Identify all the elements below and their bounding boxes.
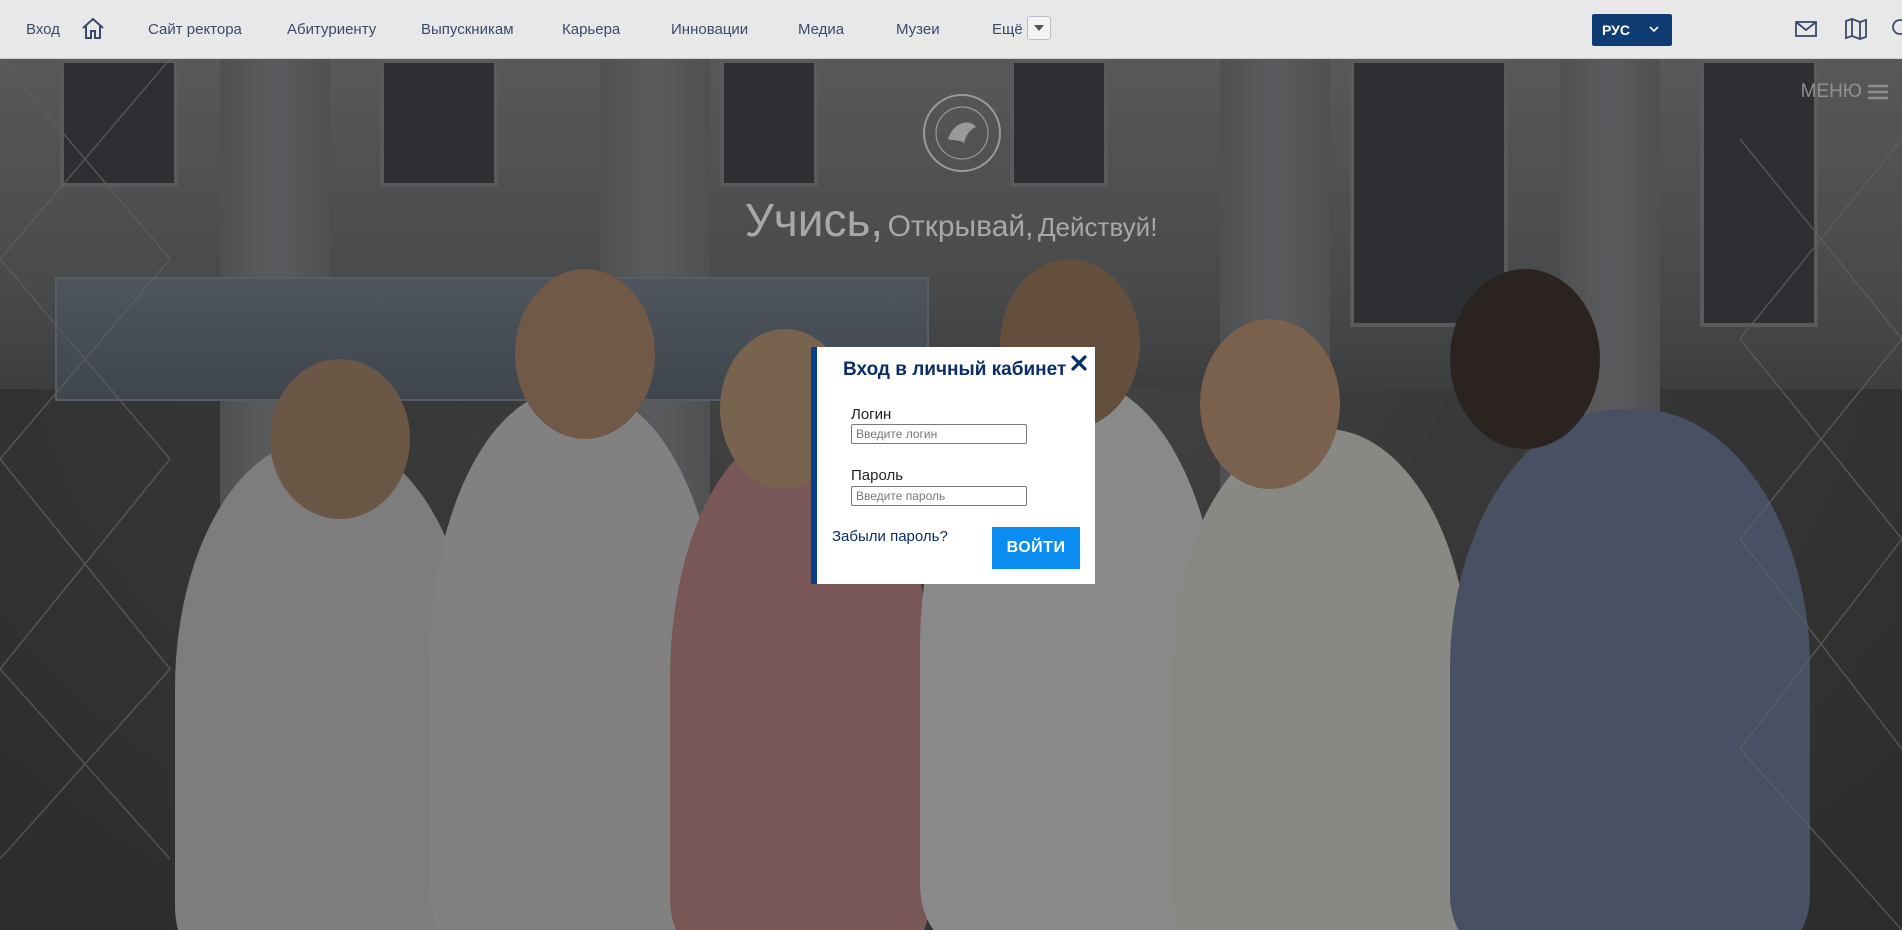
login-label: Логин bbox=[851, 406, 892, 423]
nav-applicants[interactable]: Абитуриенту bbox=[287, 0, 376, 58]
chevron-down-icon bbox=[1649, 26, 1659, 33]
nav-graduates[interactable]: Выпускникам bbox=[421, 0, 514, 58]
map-icon[interactable] bbox=[1844, 17, 1868, 41]
search-icon[interactable] bbox=[1890, 17, 1902, 41]
menu-label: МЕНЮ bbox=[1800, 81, 1862, 102]
home-icon[interactable] bbox=[80, 16, 106, 40]
more-dropdown-button[interactable] bbox=[1027, 16, 1051, 40]
nav-career[interactable]: Карьера bbox=[562, 0, 620, 58]
language-select[interactable]: РУС bbox=[1592, 14, 1672, 46]
modal-title: Вход в личный кабинет bbox=[843, 359, 1067, 380]
nav-innovations[interactable]: Инновации bbox=[671, 0, 748, 58]
caret-down-icon bbox=[1034, 25, 1044, 31]
forgot-password-link[interactable]: Забыли пароль? bbox=[832, 528, 948, 545]
password-input[interactable] bbox=[851, 486, 1027, 506]
nav-museums[interactable]: Музеи bbox=[896, 0, 940, 58]
menu-button[interactable]: МЕНЮ bbox=[1801, 81, 1888, 103]
password-label: Пароль bbox=[851, 467, 904, 484]
hero-slogan: Учись, Открывай, Действуй! bbox=[0, 193, 1902, 247]
close-icon[interactable] bbox=[1071, 355, 1087, 371]
login-input[interactable] bbox=[851, 424, 1027, 444]
language-value: РУС bbox=[1602, 22, 1630, 38]
nav-rector-site[interactable]: Сайт ректора bbox=[148, 0, 242, 58]
hamburger-icon bbox=[1868, 84, 1888, 100]
login-modal: Вход в личный кабинет Логин Пароль Забыл… bbox=[811, 347, 1095, 584]
slogan-act: Действуй! bbox=[1037, 212, 1158, 242]
login-link[interactable]: Вход bbox=[26, 0, 60, 58]
slogan-discover: Открывай, bbox=[887, 210, 1034, 243]
nav-media[interactable]: Медиа bbox=[798, 0, 844, 58]
university-logo-icon bbox=[923, 94, 1001, 172]
nav-more[interactable]: Ещё bbox=[992, 0, 1023, 58]
top-navigation-bar: Вход Сайт ректора Абитуриенту Выпускника… bbox=[0, 0, 1902, 59]
login-submit-button[interactable]: ВОЙТИ bbox=[992, 527, 1080, 569]
mail-icon[interactable] bbox=[1794, 17, 1818, 41]
slogan-learn: Учись, bbox=[744, 194, 884, 246]
